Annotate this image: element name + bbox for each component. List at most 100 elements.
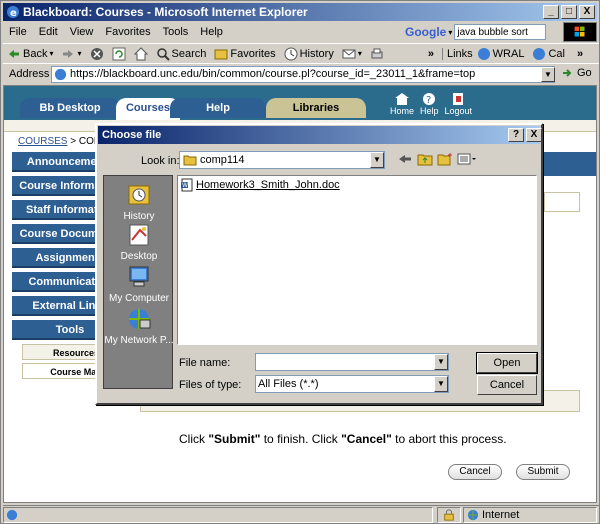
address-label: Address	[9, 67, 50, 80]
status-bar: Internet	[3, 505, 599, 523]
google-toolbar: Google ▾	[405, 23, 555, 41]
content-box	[544, 192, 580, 212]
google-search-input[interactable]	[454, 24, 547, 40]
up-folder-icon[interactable]	[417, 152, 433, 166]
look-in-label: Look in:	[141, 155, 180, 167]
minimize-button[interactable]: _	[543, 5, 559, 19]
menu-tools[interactable]: Tools	[157, 26, 195, 38]
file-item[interactable]: W Homework3_Smith_John.doc	[180, 178, 340, 192]
place-history[interactable]: History	[104, 182, 174, 222]
computer-icon	[129, 266, 149, 287]
tab-bb-desktop[interactable]: Bb Desktop	[20, 98, 120, 118]
view-menu-icon[interactable]	[457, 152, 477, 166]
new-folder-icon[interactable]	[437, 152, 453, 166]
dialog-cancel-button[interactable]: Cancel	[477, 375, 537, 395]
link-cal[interactable]: Cal	[528, 47, 569, 61]
bb-home-button[interactable]: Home	[390, 92, 414, 116]
close-button[interactable]: X	[579, 5, 595, 19]
content-header-bar	[544, 152, 596, 176]
toolbar-chevron[interactable]: »	[428, 48, 434, 60]
search-icon	[156, 47, 170, 61]
google-logo[interactable]: Google	[405, 25, 446, 39]
page-icon	[533, 47, 546, 60]
history-icon	[128, 185, 150, 205]
menu-view[interactable]: View	[64, 26, 100, 38]
place-my-computer[interactable]: My Computer	[104, 264, 174, 304]
print-icon	[371, 48, 383, 58]
mail-button[interactable]: ▾	[338, 47, 366, 61]
favorites-button[interactable]: Favorites	[210, 47, 279, 61]
dialog-toolbar	[397, 152, 477, 166]
bb-help-button[interactable]: ? Help	[420, 92, 439, 116]
refresh-button[interactable]	[108, 47, 130, 61]
look-in-dropdown[interactable]: ▼	[370, 152, 384, 168]
window-titlebar[interactable]: e Blackboard: Courses - Microsoft Intern…	[3, 3, 597, 21]
logout-icon	[453, 93, 464, 105]
place-my-network[interactable]: My Network P...	[104, 306, 174, 346]
word-document-icon: W	[181, 178, 193, 192]
choose-file-dialog: Choose file ? X Look in: comp114 ▼ Histo…	[95, 123, 543, 405]
page-submit-button[interactable]: Submit	[516, 464, 570, 480]
history-button[interactable]: History	[280, 47, 338, 61]
home-button[interactable]	[130, 46, 152, 61]
network-icon	[129, 309, 151, 329]
menu-bar: File Edit View Favorites Tools Help	[3, 23, 403, 41]
page-cancel-button[interactable]: Cancel	[448, 464, 502, 480]
place-desktop[interactable]: Desktop	[104, 222, 174, 262]
back-button[interactable]: Back ▾	[3, 47, 57, 61]
stop-button[interactable]	[86, 47, 108, 61]
places-bar: History Desktop My Computer My Network P…	[103, 175, 174, 389]
forward-button[interactable]: ▾	[57, 47, 85, 61]
look-in-select[interactable]: comp114 ▼	[179, 151, 385, 169]
file-type-dropdown[interactable]: ▼	[434, 376, 448, 392]
favorites-icon	[214, 49, 228, 59]
file-name-input[interactable]: ▼	[255, 353, 449, 371]
menu-file[interactable]: File	[3, 26, 33, 38]
back-arrow-icon[interactable]	[397, 152, 413, 166]
forward-arrow-icon	[63, 49, 74, 58]
page-icon	[6, 509, 18, 521]
bb-header: Bb Desktop Courses Help Libraries Home ?…	[4, 86, 596, 120]
windows-logo	[563, 22, 597, 42]
open-button[interactable]: Open	[476, 352, 538, 374]
links-chevron[interactable]: »	[577, 48, 583, 60]
window-title: Blackboard: Courses - Microsoft Internet…	[23, 5, 308, 19]
browser-window: e Blackboard: Courses - Microsoft Intern…	[0, 0, 600, 524]
print-button[interactable]	[366, 47, 388, 61]
address-dropdown[interactable]: ▼	[541, 67, 555, 82]
file-list[interactable]: W Homework3_Smith_John.doc	[177, 175, 537, 345]
dialog-close-button[interactable]: X	[526, 128, 542, 142]
windows-flag-icon	[574, 26, 585, 37]
dialog-titlebar[interactable]: Choose file ? X	[98, 126, 542, 144]
link-wral[interactable]: WRAL	[473, 47, 529, 61]
search-button[interactable]: Search	[152, 47, 211, 61]
stop-icon	[90, 47, 103, 60]
tab-libraries[interactable]: Libraries	[266, 98, 366, 118]
history-icon	[284, 47, 298, 60]
file-name-dropdown[interactable]: ▼	[434, 354, 448, 370]
page-icon	[54, 68, 67, 81]
breadcrumb-courses-link[interactable]: COURSES	[18, 136, 67, 147]
menu-favorites[interactable]: Favorites	[99, 26, 156, 38]
menu-edit[interactable]: Edit	[33, 26, 64, 38]
status-text	[3, 507, 433, 523]
standard-toolbar: Back ▾ ▾ Search Favorites History ▾ » Li…	[3, 43, 599, 63]
file-type-select[interactable]: All Files (*.*) ▼	[255, 375, 449, 393]
google-dropdown-icon[interactable]: ▾	[448, 28, 452, 37]
help-icon: ?	[423, 93, 436, 106]
links-label: Links	[441, 47, 473, 60]
dialog-title: Choose file	[102, 129, 162, 141]
tab-help[interactable]: Help	[170, 98, 266, 118]
go-button[interactable]: Go	[561, 66, 592, 80]
svg-text:W: W	[182, 182, 188, 189]
globe-icon	[467, 509, 479, 521]
mail-icon	[342, 49, 356, 58]
lock-icon	[444, 509, 454, 521]
menu-help[interactable]: Help	[194, 26, 229, 38]
dialog-help-button[interactable]: ?	[508, 128, 524, 142]
submit-instructions: Click "Submit" to finish. Click "Cancel"…	[179, 432, 507, 446]
maximize-button[interactable]: □	[561, 5, 577, 19]
bb-logout-button[interactable]: Logout	[445, 92, 472, 116]
internet-zone: Internet	[463, 507, 597, 523]
address-input[interactable]: https://blackboard.unc.edu/bin/common/co…	[51, 66, 555, 83]
